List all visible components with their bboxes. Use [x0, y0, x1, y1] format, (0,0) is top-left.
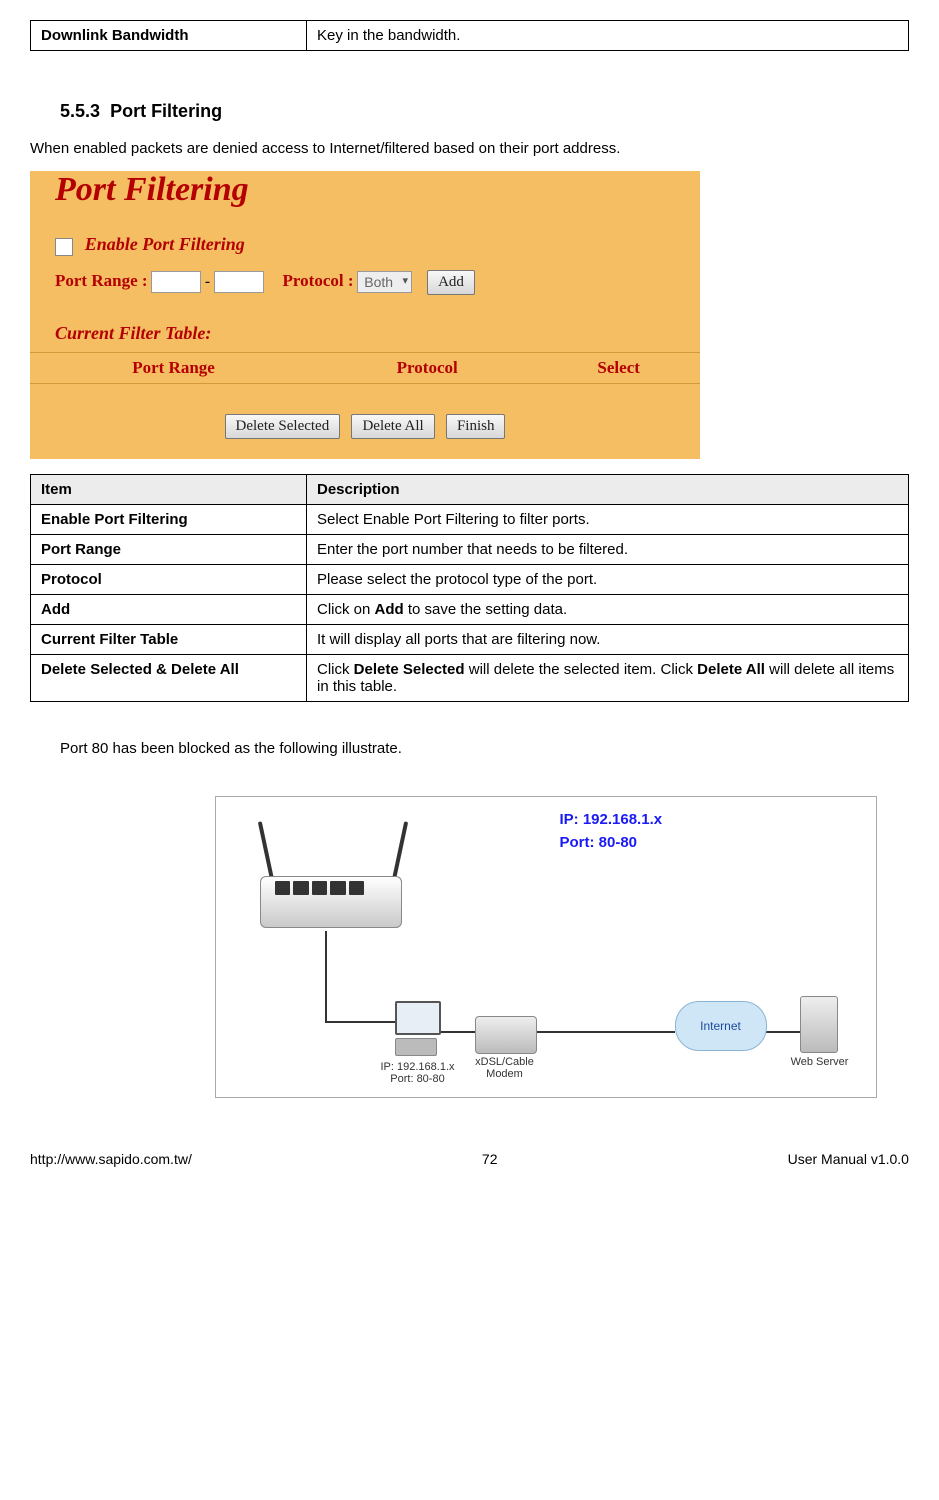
section-title: Port Filtering [110, 101, 222, 121]
row-desc: It will display all ports that are filte… [307, 624, 909, 654]
port-range-label: Port Range : [55, 271, 148, 290]
footer-url[interactable]: http://www.sapido.com.tw/ [30, 1151, 192, 1167]
table-row: Add Click on Add to save the setting dat… [31, 594, 909, 624]
pc-caption: IP: 192.168.1.x Port: 80-80 [378, 1061, 458, 1085]
row-desc: Click Delete Selected will delete the se… [307, 654, 909, 701]
finish-button[interactable]: Finish [446, 414, 506, 439]
network-diagram: IP: 192.168.1.x Port: 80-80 IP: 192.168.… [120, 791, 820, 1111]
table-row: Delete Selected & Delete All Click Delet… [31, 654, 909, 701]
footer-page-number: 72 [482, 1151, 498, 1167]
enable-port-filtering-checkbox[interactable] [55, 238, 73, 256]
top-param-table: Downlink Bandwidth Key in the bandwidth. [30, 20, 909, 51]
top-desc: Key in the bandwidth. [307, 21, 909, 51]
row-desc: Please select the protocol type of the p… [307, 564, 909, 594]
blocked-note: Port 80 has been blocked as the followin… [60, 737, 909, 761]
line [440, 1031, 475, 1033]
table-row: Protocol Please select the protocol type… [31, 564, 909, 594]
modem-caption: xDSL/Cable Modem [470, 1056, 540, 1080]
desc-th-description: Description [307, 474, 909, 504]
line [535, 1031, 675, 1033]
line [325, 931, 327, 1021]
table-row: Port Range Enter the port number that ne… [31, 534, 909, 564]
port-range-end-input[interactable] [214, 271, 264, 293]
row-desc: Enter the port number that needs to be f… [307, 534, 909, 564]
row-item: Protocol [31, 564, 307, 594]
annotation-port: Port: 80-80 [560, 834, 663, 851]
annotation-ip: IP: 192.168.1.x [560, 811, 663, 828]
filter-th-protocol: Protocol [317, 352, 537, 383]
section-number: 5.5.3 [60, 101, 100, 121]
description-table: Item Description Enable Port Filtering S… [30, 474, 909, 702]
row-item: Current Filter Table [31, 624, 307, 654]
pc-icon [395, 1001, 440, 1056]
diagram-annotation: IP: 192.168.1.x Port: 80-80 [560, 811, 663, 851]
line [325, 1021, 400, 1023]
server-caption: Web Server [785, 1056, 855, 1068]
row-item: Port Range [31, 534, 307, 564]
delete-selected-button[interactable]: Delete Selected [225, 414, 341, 439]
table-row: Enable Port Filtering Select Enable Port… [31, 504, 909, 534]
table-row: Current Filter Table It will display all… [31, 624, 909, 654]
row-item: Enable Port Filtering [31, 504, 307, 534]
web-server-icon [800, 996, 838, 1053]
enable-port-filtering-label: Enable Port Filtering [85, 234, 245, 254]
intro-paragraph: When enabled packets are denied access t… [30, 137, 909, 161]
protocol-select[interactable]: Both [357, 271, 412, 293]
section-heading: 5.5.3 Port Filtering [60, 101, 909, 122]
delete-all-button[interactable]: Delete All [351, 414, 434, 439]
current-filter-table: Port Range Protocol Select [30, 352, 700, 384]
router-icon [230, 821, 430, 951]
page-footer: http://www.sapido.com.tw/ 72 User Manual… [30, 1151, 909, 1167]
add-button[interactable]: Add [427, 270, 475, 295]
port-range-start-input[interactable] [151, 271, 201, 293]
row-item: Add [31, 594, 307, 624]
ui-title: Port Filtering [55, 171, 700, 209]
protocol-label: Protocol : [283, 271, 354, 290]
filter-th-select: Select [537, 352, 700, 383]
desc-th-item: Item [31, 474, 307, 504]
port-filtering-ui: Port Filtering Enable Port Filtering Por… [30, 171, 700, 459]
top-item: Downlink Bandwidth [31, 21, 307, 51]
internet-cloud-icon: Internet [675, 1001, 767, 1051]
footer-version: User Manual v1.0.0 [788, 1151, 909, 1167]
filter-th-port-range: Port Range [30, 352, 317, 383]
row-desc: Click on Add to save the setting data. [307, 594, 909, 624]
row-desc: Select Enable Port Filtering to filter p… [307, 504, 909, 534]
current-filter-table-label: Current Filter Table: [55, 323, 211, 343]
row-item: Delete Selected & Delete All [31, 654, 307, 701]
line [765, 1031, 800, 1033]
modem-icon [475, 1016, 537, 1054]
